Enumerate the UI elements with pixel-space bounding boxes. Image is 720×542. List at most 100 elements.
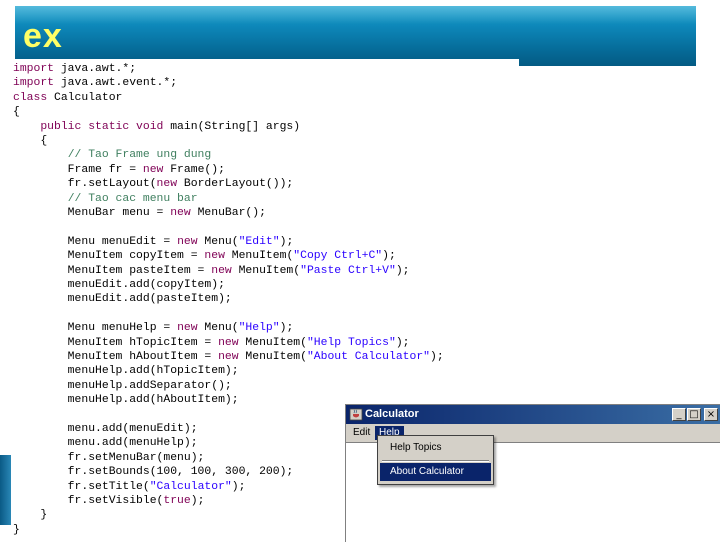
code-token: "Help" (238, 322, 280, 335)
code-token: MenuItem( (231, 264, 301, 277)
code-line: } (13, 523, 20, 537)
code-line: fr.setLayout(new BorderLayout()); (13, 177, 294, 191)
code-token: ); (382, 250, 396, 263)
code-token: "Help Topics" (306, 336, 396, 349)
code-line: MenuItem hTopicItem = new MenuItem("Help… (13, 336, 410, 350)
code-token: "Copy Ctrl+C" (293, 250, 383, 263)
code-line: { (13, 105, 20, 119)
code-line: fr.setBounds(100, 100, 300, 200); (13, 465, 294, 479)
code-token: java.awt.event.*; (54, 77, 178, 90)
code-token: "About Calculator" (306, 351, 430, 363)
maximize-button[interactable]: □ (687, 408, 701, 421)
code-token: MenuItem( (238, 336, 307, 349)
code-token: // Tao cac menu bar (67, 192, 198, 205)
code-token: MenuItem pasteItem = (13, 264, 212, 277)
code-token: Menu menuHelp = (13, 322, 178, 335)
code-line: public static void main(String[] args) (13, 120, 300, 134)
code-token: Menu( (197, 322, 239, 335)
code-token: menuHelp.addSeparator(); (13, 379, 232, 392)
code-line: MenuItem copyItem = new MenuItem("Copy C… (13, 249, 396, 263)
code-token: MenuItem( (224, 250, 294, 263)
code-token: class (13, 91, 48, 104)
code-token: new (156, 178, 178, 191)
code-token: Calculator (47, 91, 123, 104)
slide-title: ex (23, 17, 63, 55)
code-token: fr.setVisible( (13, 495, 164, 507)
code-token: MenuBar menu = (13, 207, 171, 219)
code-line: menu.add(menuEdit); (13, 422, 198, 436)
slide-header-bar: ex (15, 6, 696, 66)
code-token: new (142, 163, 164, 176)
menu-item-about-calculator[interactable]: About Calculator (380, 463, 491, 481)
java-cup-icon (349, 408, 363, 421)
code-token: new (177, 322, 198, 335)
code-line: Menu menuHelp = new Menu("Help"); (13, 321, 294, 335)
code-token: import (13, 63, 55, 75)
code-token: { (13, 135, 48, 147)
code-token: ); (190, 495, 205, 507)
code-line: MenuItem pasteItem = new MenuItem("Paste… (13, 264, 410, 278)
code-token: new (177, 235, 198, 248)
code-line: Frame fr = new Frame(); (13, 163, 225, 177)
code-line: MenuBar menu = new MenuBar(); (13, 206, 266, 220)
code-line: { (13, 134, 47, 148)
calculator-title: Calculator (365, 408, 419, 420)
calculator-titlebar[interactable]: Calculator _ □ × (346, 405, 720, 424)
minimize-button[interactable]: _ (672, 408, 686, 421)
code-token: fr.setTitle( (13, 480, 150, 493)
code-token: BorderLayout()); (177, 178, 294, 191)
code-token: // Tao Frame ung dung (67, 149, 212, 162)
close-button[interactable]: × (704, 408, 718, 421)
code-token: menuEdit.add(copyItem); (13, 279, 225, 291)
code-token: import (13, 77, 55, 90)
code-token: ); (279, 322, 294, 335)
code-line: MenuItem hAboutItem = new MenuItem("Abou… (13, 350, 444, 364)
code-token: new (211, 264, 232, 277)
code-token: Frame(); (163, 163, 225, 176)
code-token: ); (430, 351, 444, 363)
code-line: menuHelp.addSeparator(); (13, 379, 232, 393)
code-token: new (204, 250, 225, 263)
code-line: fr.setTitle("Calculator"); (13, 480, 246, 494)
code-line: fr.setMenuBar(menu); (13, 451, 205, 465)
code-token: Frame fr = (13, 163, 143, 176)
code-token: "Calculator" (149, 480, 232, 493)
menu-separator (382, 460, 489, 462)
code-line: menuHelp.add(hTopicItem); (13, 364, 239, 378)
code-token: public static void (40, 120, 164, 133)
code-line: Menu menuEdit = new Menu("Edit"); (13, 235, 294, 249)
code-line: import java.awt.*; (13, 62, 136, 76)
code-token: ); (395, 264, 410, 277)
code-token: menuHelp.add(hAboutItem); (13, 394, 239, 407)
code-token: fr.setMenuBar(menu); (13, 451, 205, 464)
code-token: true (163, 495, 191, 507)
menu-edit[interactable]: Edit (349, 426, 374, 440)
code-token: new (218, 336, 239, 349)
code-line: menuHelp.add(hAboutItem); (13, 393, 239, 407)
code-line: fr.setVisible(true); (13, 494, 205, 508)
code-token: "Edit" (238, 235, 280, 248)
code-token: { (13, 106, 20, 119)
code-line: menuEdit.add(pasteItem); (13, 292, 232, 306)
menu-item-help-topics[interactable]: Help Topics (380, 439, 491, 457)
code-token: Menu( (197, 235, 239, 248)
code-token: MenuItem hTopicItem = (13, 336, 219, 349)
code-token: java.awt.*; (54, 63, 137, 75)
code-token: new (170, 207, 191, 219)
help-dropdown-menu: Help Topics About Calculator (377, 435, 494, 485)
code-line: // Tao Frame ung dung (13, 148, 212, 162)
code-token: Menu menuEdit = (13, 235, 178, 248)
code-token: fr.setBounds(100, 100, 300, 200); (13, 466, 294, 479)
code-line: menu.add(menuHelp); (13, 436, 198, 450)
code-token: new (218, 351, 239, 363)
code-token: menu.add(menuEdit); (13, 423, 198, 435)
code-token: ); (231, 480, 246, 493)
code-token: } (13, 523, 20, 536)
code-token: "Paste Ctrl+V" (300, 264, 396, 277)
code-token: main(String[] args) (163, 120, 301, 133)
code-token: menu.add(menuHelp); (13, 437, 198, 450)
header-shine (15, 6, 696, 24)
